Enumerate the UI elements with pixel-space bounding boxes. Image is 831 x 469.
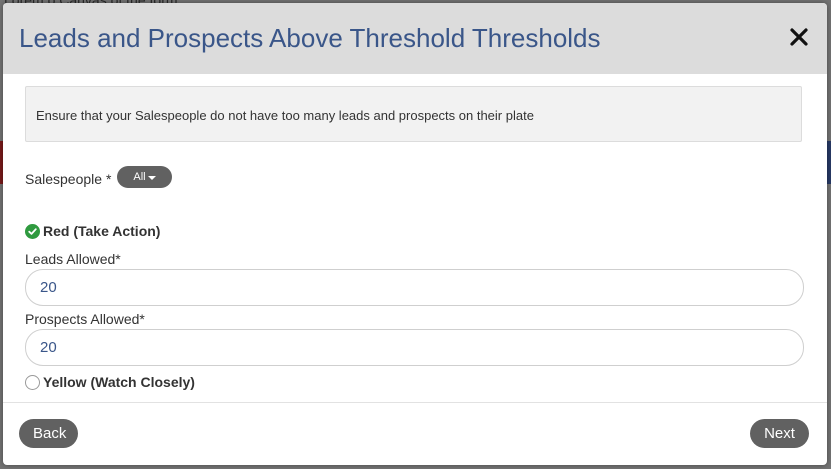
chevron-down-icon [147,175,156,180]
modal-header: Leads and Prospects Above Threshold Thre… [3,3,827,74]
leads-allowed-label: Leads Allowed* [25,251,121,267]
threshold-modal: Leads and Prospects Above Threshold Thre… [3,3,827,465]
info-text: Ensure that your Salespeople do not have… [36,108,534,123]
close-button[interactable] [787,25,811,49]
check-circle-icon [25,223,40,239]
yellow-watch-closely-radio[interactable]: Yellow (Watch Closely) [25,374,195,390]
leads-allowed-input[interactable] [25,269,804,306]
next-button[interactable]: Next [750,419,809,448]
red-option-label: Red (Take Action) [43,223,161,239]
prospects-allowed-label: Prospects Allowed* [25,311,145,327]
info-box: Ensure that your Salespeople do not have… [25,86,802,142]
back-button[interactable]: Back [19,419,78,448]
radio-unchecked-icon [25,374,40,390]
salespeople-dropdown[interactable]: All [117,166,172,188]
checkmark-icon [28,227,37,235]
red-take-action-radio[interactable]: Red (Take Action) [25,223,160,239]
yellow-option-label: Yellow (Watch Closely) [43,374,195,390]
salespeople-label: Salespeople * [25,171,112,187]
close-icon [790,28,808,46]
salespeople-selected-value: All [133,171,146,183]
footer-divider [3,402,827,403]
modal-title: Leads and Prospects Above Threshold Thre… [19,23,601,53]
prospects-allowed-input[interactable] [25,329,804,366]
